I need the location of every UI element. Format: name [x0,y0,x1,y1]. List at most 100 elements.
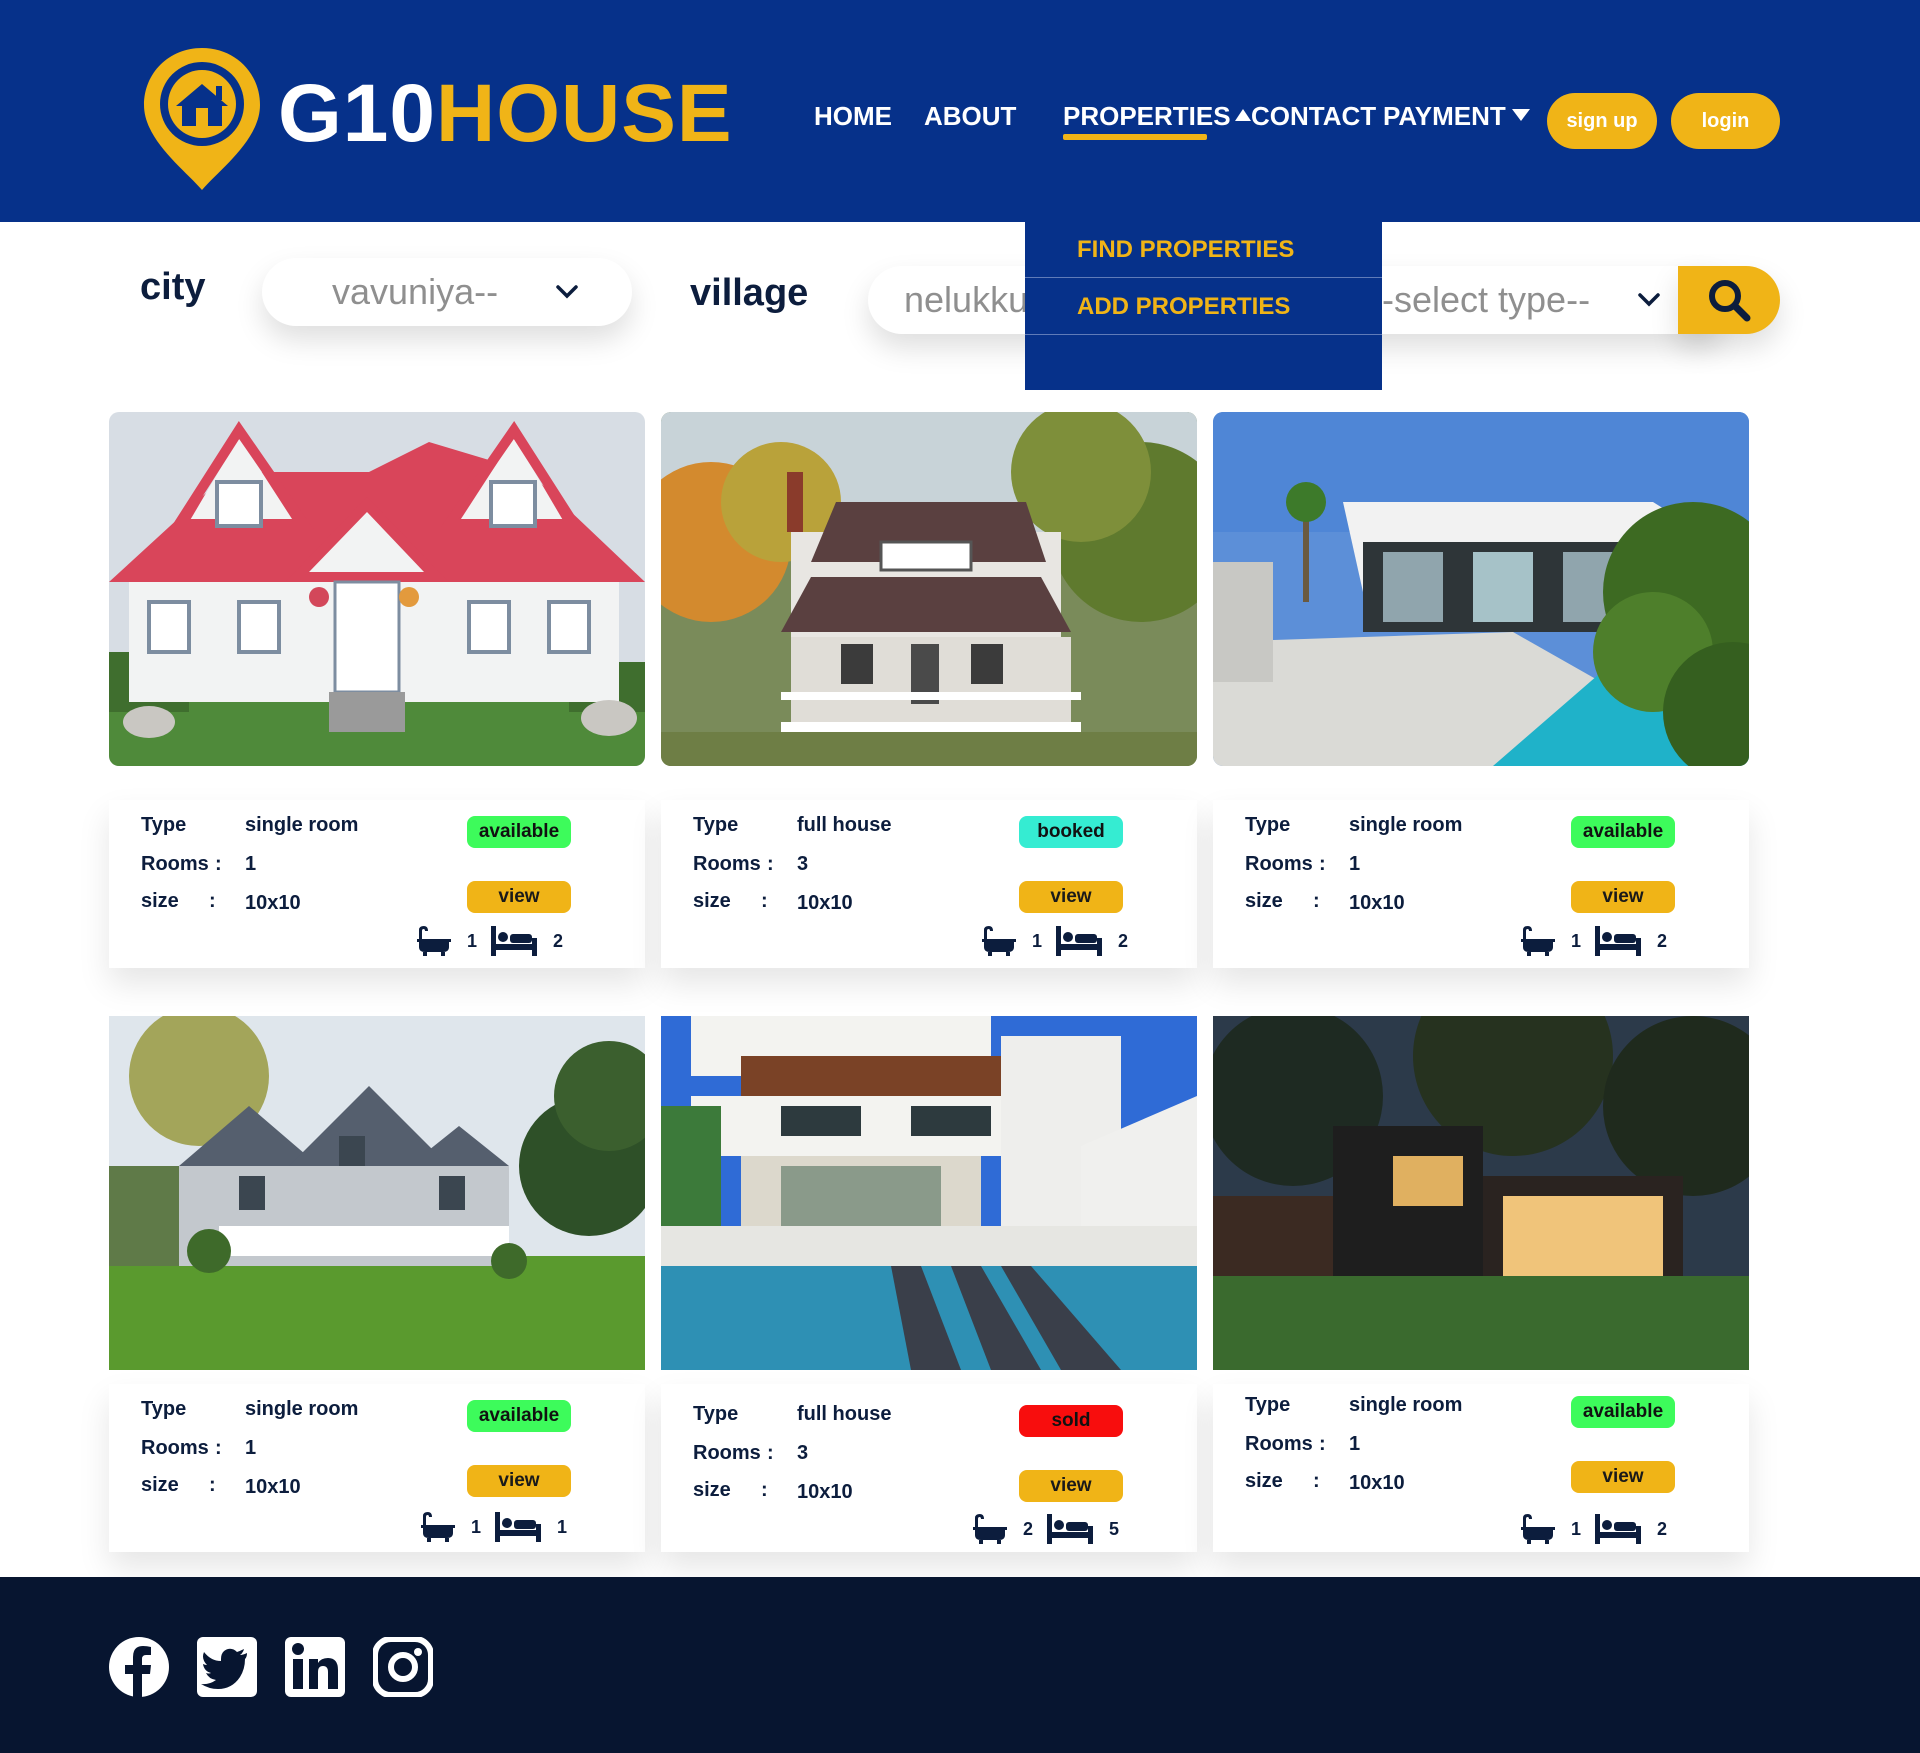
search-button[interactable] [1678,266,1780,334]
bathtub-icon [982,926,1016,956]
view-button[interactable]: view [467,881,571,913]
house-image [661,1016,1197,1370]
size-colon: : [761,1479,768,1501]
size-colon: : [209,1474,216,1496]
rooms-label: Rooms [693,853,761,875]
size-colon: : [761,890,768,912]
type-value: single room [1349,1394,1463,1416]
view-button[interactable]: view [1019,881,1123,913]
brand-name: G10HOUSE [278,73,733,155]
type-label: Type [141,814,187,836]
listing-card-6: Type single room Rooms : 1 size : 10x10 … [1213,1384,1749,1552]
type-label: Type [1245,814,1291,836]
listing-card-1: Type single room Rooms : 1 size : 10x10 … [109,800,645,968]
property-photo-3[interactable] [1213,412,1749,766]
menu-item-add-properties[interactable]: ADD PROPERTIES [1025,279,1382,335]
size-label: size [1245,1470,1283,1492]
view-button[interactable]: view [1571,1461,1675,1493]
rooms-label: Rooms [1245,853,1313,875]
brand-logo[interactable]: G10HOUSE [140,44,733,194]
rooms-colon: : [767,853,774,875]
type-label: Type [693,814,739,836]
rooms-value: 1 [1349,853,1361,875]
bath-count: 1 [467,930,478,951]
village-input-value: nelukku [904,279,1029,320]
amenities: 1 2 [1519,1514,1667,1544]
listing-card-5: Type full house Rooms : 3 size : 10x10 s… [661,1384,1197,1552]
size-value: 10x10 [1349,1472,1405,1494]
bed-icon [1056,926,1103,956]
brand-name-part2: HOUSE [436,68,733,159]
city-select[interactable]: vavuniya-- [262,258,632,326]
login-button[interactable]: login [1671,93,1780,149]
location-pin-house-icon [144,48,260,190]
nav-home[interactable]: HOME [814,101,892,132]
view-button[interactable]: view [1571,881,1675,913]
rooms-value: 1 [245,853,257,875]
properties-dropdown-menu: FIND PROPERTIES ADD PROPERTIES [1025,222,1382,390]
city-label: city [140,266,206,308]
type-label: Type [141,1398,187,1420]
type-value: full house [797,814,892,836]
house-image [1213,412,1749,766]
bathtub-icon [1521,1514,1555,1544]
bed-count: 2 [1118,930,1129,951]
property-photo-2[interactable] [661,412,1197,766]
size-value: 10x10 [797,1481,853,1503]
signup-button[interactable]: sign up [1547,93,1657,149]
property-photo-4[interactable] [109,1016,645,1370]
nav-about[interactable]: ABOUT [924,101,1016,132]
size-label: size [141,890,179,912]
caret-down-icon [1511,109,1530,121]
bathtub-icon [973,1514,1007,1544]
property-photo-1[interactable] [109,412,645,766]
size-label: size [1245,890,1283,912]
view-button[interactable]: view [467,1465,571,1497]
city-select-value: vavuniya-- [332,271,499,312]
size-label: size [693,890,731,912]
amenities: 1 2 [1519,926,1667,956]
bathtub-icon [1521,926,1555,956]
menu-item-find-properties[interactable]: FIND PROPERTIES [1025,222,1382,278]
size-value: 10x10 [245,892,301,914]
size-label: size [693,1479,731,1501]
size-colon: : [1313,1470,1320,1492]
rooms-label: Rooms [141,853,209,875]
size-value: 10x10 [245,1476,301,1498]
property-photo-6[interactable] [1213,1016,1749,1370]
view-button[interactable]: view [1019,1470,1123,1502]
site-header: G10HOUSE HOME ABOUT PROPERTIES CONTACT P… [0,0,1920,222]
facebook-icon[interactable] [109,1637,169,1697]
rooms-colon: : [1319,1433,1326,1455]
nav-properties[interactable]: PROPERTIES [1063,101,1251,132]
chevron-down-icon [556,285,578,299]
type-select[interactable]: -select type-- [1382,266,1678,334]
instagram-icon[interactable] [373,1637,433,1697]
status-badge: booked [1019,816,1123,848]
twitter-icon[interactable] [197,1637,257,1697]
house-image [109,1016,645,1370]
rooms-label: Rooms [1245,1433,1313,1455]
amenities: 2 5 [971,1514,1119,1544]
rooms-colon: : [1319,853,1326,875]
rooms-colon: : [767,1442,774,1464]
size-colon: : [209,890,216,912]
size-colon: : [1313,890,1320,912]
nav-payment-label: PAYMENT [1383,101,1506,131]
bed-icon [495,1512,542,1542]
rooms-label: Rooms [693,1442,761,1464]
property-photo-5[interactable] [661,1016,1197,1370]
bed-icon [1595,1514,1642,1544]
linkedin-icon[interactable] [285,1637,345,1697]
status-badge: available [467,1400,571,1432]
nav-contact[interactable]: CONTACT [1251,101,1376,132]
type-label: Type [1245,1394,1291,1416]
rooms-value: 3 [797,1442,809,1464]
amenities: 1 1 [419,1512,567,1542]
house-image [661,412,1197,766]
bed-count: 2 [1657,930,1668,951]
village-label: village [690,272,809,314]
bed-count: 5 [1109,1518,1120,1539]
nav-payment[interactable]: PAYMENT [1383,101,1530,132]
status-badge: available [1571,816,1675,848]
